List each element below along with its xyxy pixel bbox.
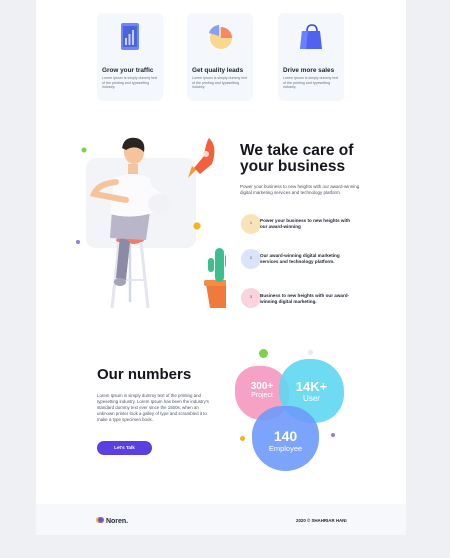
feature-description: Lorem ipsum is simply dummy text of the … xyxy=(283,76,339,90)
shopping-bag-icon xyxy=(300,24,322,49)
feature-description: Lorem ipsum is simply dummy text of the … xyxy=(192,76,248,90)
bullet-3: 3 xyxy=(241,288,261,308)
about-item-text: Our award-winning digital marketing serv… xyxy=(260,253,340,264)
feature-card-sales: Drive more sales Lorem ipsum is simply d… xyxy=(278,13,344,101)
about-lead-text: Power your business to new heights with … xyxy=(240,184,360,195)
copyright-text: 2020 © SHAHRIAR HANI xyxy=(296,518,347,523)
stat-employees: 140 Employee xyxy=(252,406,319,471)
landing-page: Grow your traffic Lorem ipsum is simply … xyxy=(36,0,406,535)
brand-logo[interactable]: Noren. xyxy=(96,516,128,525)
feature-title: Drive more sales xyxy=(283,67,335,74)
about-heading: We take care of your business xyxy=(240,142,354,175)
logo-icon xyxy=(96,517,104,523)
decor-dot xyxy=(331,433,335,437)
about-item-text: Business to new heights with our award-w… xyxy=(260,293,350,304)
feature-card-traffic: Grow your traffic Lorem ipsum is simply … xyxy=(97,13,163,101)
feature-description: Lorem ipsum is simply dummy text of the … xyxy=(102,76,158,90)
numbers-heading: Our numbers xyxy=(97,366,192,383)
feature-card-leads: Get quality leads Lorem ipsum is simply … xyxy=(187,13,253,101)
feature-title: Grow your traffic xyxy=(102,67,154,74)
bullet-1: 1 xyxy=(241,214,261,234)
lets-talk-button[interactable]: Let's Talk xyxy=(97,441,152,455)
decor-dot xyxy=(240,436,245,441)
pie-chart-icon xyxy=(209,25,232,49)
decor-dot xyxy=(259,349,268,358)
numbers-paragraph: Lorem Ipsum is simply dummy text of the … xyxy=(97,393,209,423)
about-item-text: Power your business to new heights with … xyxy=(260,218,351,229)
bullet-2: 2 xyxy=(241,249,261,269)
chart-tablet-icon xyxy=(121,23,139,50)
footer: Noren. 2020 © SHAHRIAR HANI xyxy=(36,504,406,535)
feature-title: Get quality leads xyxy=(192,67,244,74)
rocket-icon xyxy=(188,138,215,178)
decor-dot xyxy=(308,350,313,355)
hero-illustration xyxy=(76,137,226,309)
